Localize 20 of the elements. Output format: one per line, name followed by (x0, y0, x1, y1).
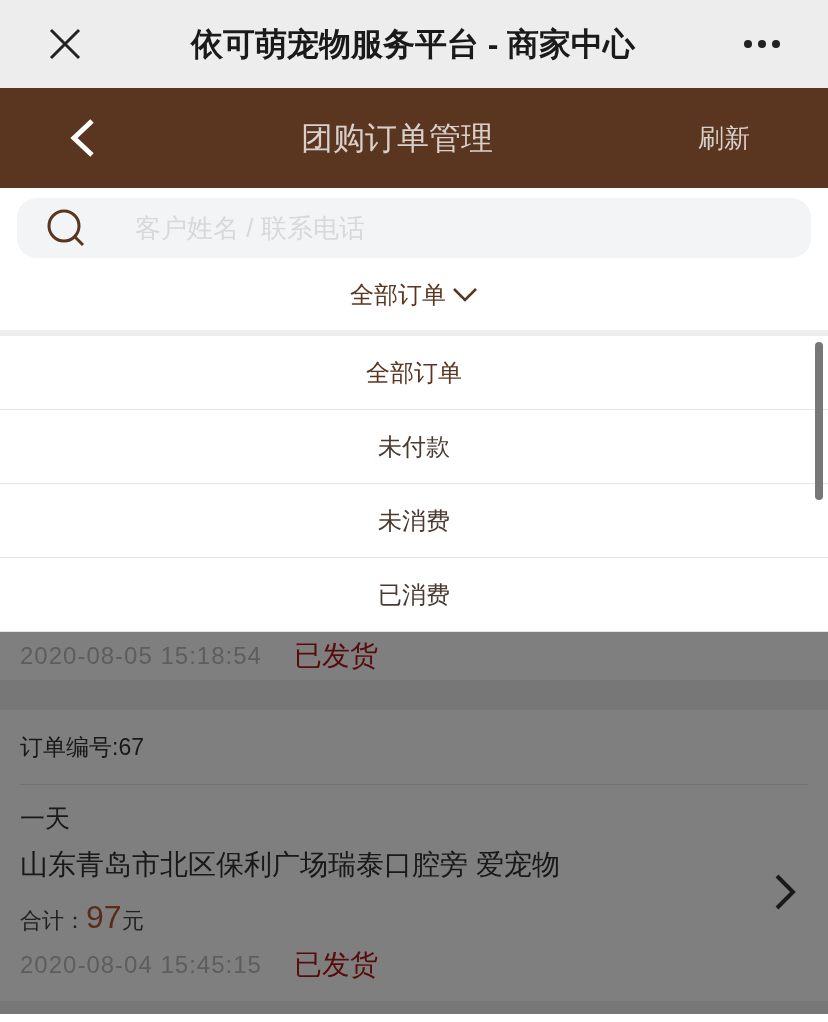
more-icon[interactable] (744, 40, 780, 48)
currency-unit: 元 (121, 907, 144, 935)
address-text: 山东青岛市北区保利广场瑞泰口腔旁 爱宠物 (20, 848, 561, 882)
scrollbar[interactable] (815, 342, 823, 500)
total-amount: 97 (86, 898, 122, 937)
order-status: 已发货 (293, 948, 378, 982)
search-icon (47, 209, 85, 247)
total-label: 合计： (20, 907, 86, 935)
refresh-button[interactable]: 刷新 (698, 118, 750, 158)
chevron-down-icon (452, 287, 478, 303)
order-number: 订单编号:67 (20, 710, 808, 785)
dropdown-option[interactable]: 已消费 (0, 558, 828, 632)
page-title: 团购订单管理 (301, 119, 493, 158)
customer-name: 一天 (20, 803, 71, 834)
close-icon[interactable] (48, 27, 82, 61)
filter-dropdown[interactable]: 全部订单 (350, 277, 478, 313)
back-icon[interactable] (68, 118, 96, 158)
order-status: 已发货 (293, 639, 378, 673)
window-title: 依可萌宠物服务平台 - 商家中心 (190, 25, 636, 64)
chevron-right-icon[interactable] (774, 873, 796, 911)
